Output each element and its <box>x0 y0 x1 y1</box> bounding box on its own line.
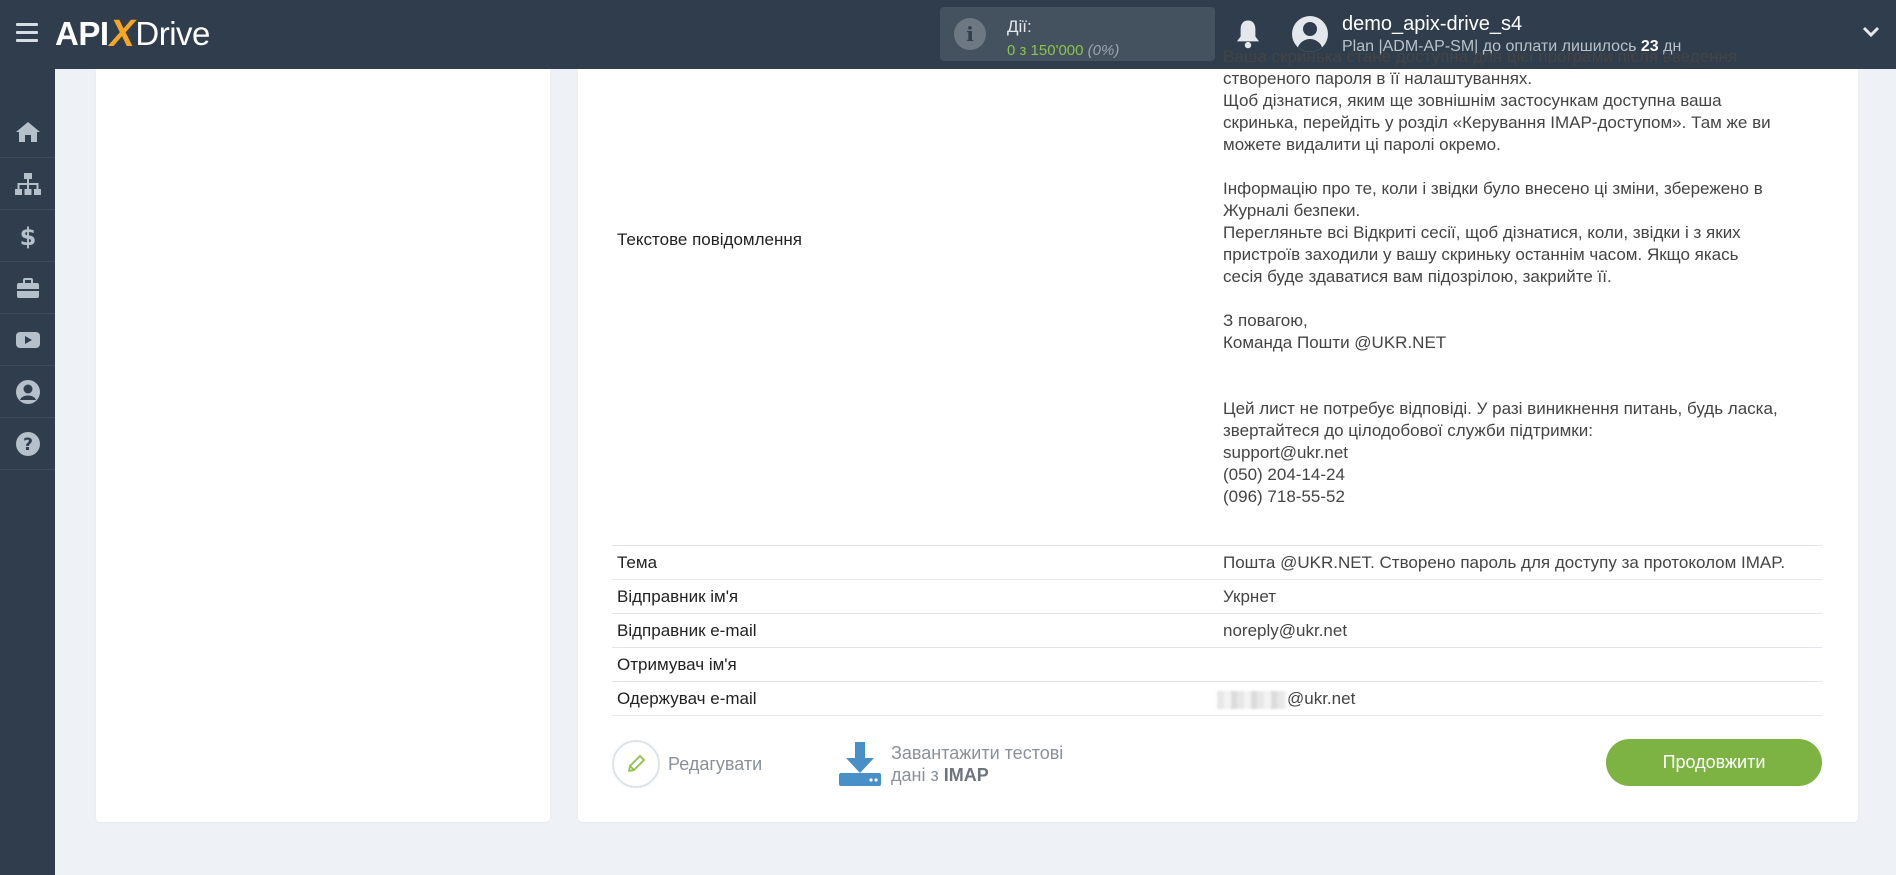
home-icon <box>15 121 40 142</box>
apix-drive-logo[interactable]: API X Drive <box>55 12 210 55</box>
sidebar-item-connections[interactable] <box>0 158 55 210</box>
actions-label: Дії: <box>1007 17 1032 36</box>
sidebar: $ ? <box>0 69 55 875</box>
logo-x-text: X <box>109 12 135 55</box>
sidebar-item-billing[interactable]: $ <box>0 210 55 262</box>
edit-label: Редагувати <box>668 753 763 774</box>
sitemap-icon <box>14 172 41 195</box>
svg-text:?: ? <box>23 435 33 455</box>
sidebar-item-services[interactable] <box>0 262 55 314</box>
edit-button[interactable]: Редагувати <box>612 740 762 788</box>
table-row: Одержувач e-mail @ukr.net <box>612 681 1822 716</box>
sidebar-item-account[interactable] <box>0 366 55 418</box>
sidebar-item-video[interactable] <box>0 314 55 366</box>
menu-icon[interactable] <box>16 23 38 43</box>
table-row: Тема Пошта @UKR.NET. Створено пароль для… <box>612 545 1822 579</box>
actions-count: 0 з 150'000 (0%) <box>1007 42 1120 59</box>
table-row: Відправник ім'я Укрнет <box>612 579 1822 613</box>
table-row: Відправник e-mail noreply@ukr.net <box>612 613 1822 647</box>
load-test-data-button[interactable]: Завантажити тестові дані з IMAP <box>837 740 1063 788</box>
continue-button[interactable]: Продовжити <box>1606 739 1822 786</box>
redacted-blur <box>1217 690 1287 709</box>
message-text: Ваша скринька стане доступна для цієї пр… <box>1223 47 1778 506</box>
svg-text:$: $ <box>19 223 36 250</box>
sidebar-item-help[interactable]: ? <box>0 418 55 470</box>
chevron-down-icon[interactable] <box>1862 26 1880 38</box>
help-icon: ? <box>15 431 40 456</box>
logo-api-text: API <box>55 15 109 52</box>
dollar-icon: $ <box>19 223 36 250</box>
user-icon <box>15 379 40 404</box>
actions-counter: i Дії: 0 з 150'000 (0%) <box>940 7 1215 61</box>
user-name[interactable]: demo_apix-drive_s4 <box>1342 13 1522 36</box>
pencil-icon <box>612 740 660 788</box>
left-panel <box>96 69 550 822</box>
info-icon: i <box>954 18 986 50</box>
youtube-icon <box>15 331 40 348</box>
table-row: Отримувач ім'я <box>612 647 1822 681</box>
briefcase-icon <box>16 277 39 298</box>
logo-drive-text: Drive <box>135 15 210 52</box>
message-label: Текстове повідомлення <box>617 230 802 249</box>
load-test-data-label: Завантажити тестові дані з IMAP <box>891 743 1064 785</box>
download-icon <box>839 742 881 786</box>
sidebar-item-home[interactable] <box>0 106 55 158</box>
